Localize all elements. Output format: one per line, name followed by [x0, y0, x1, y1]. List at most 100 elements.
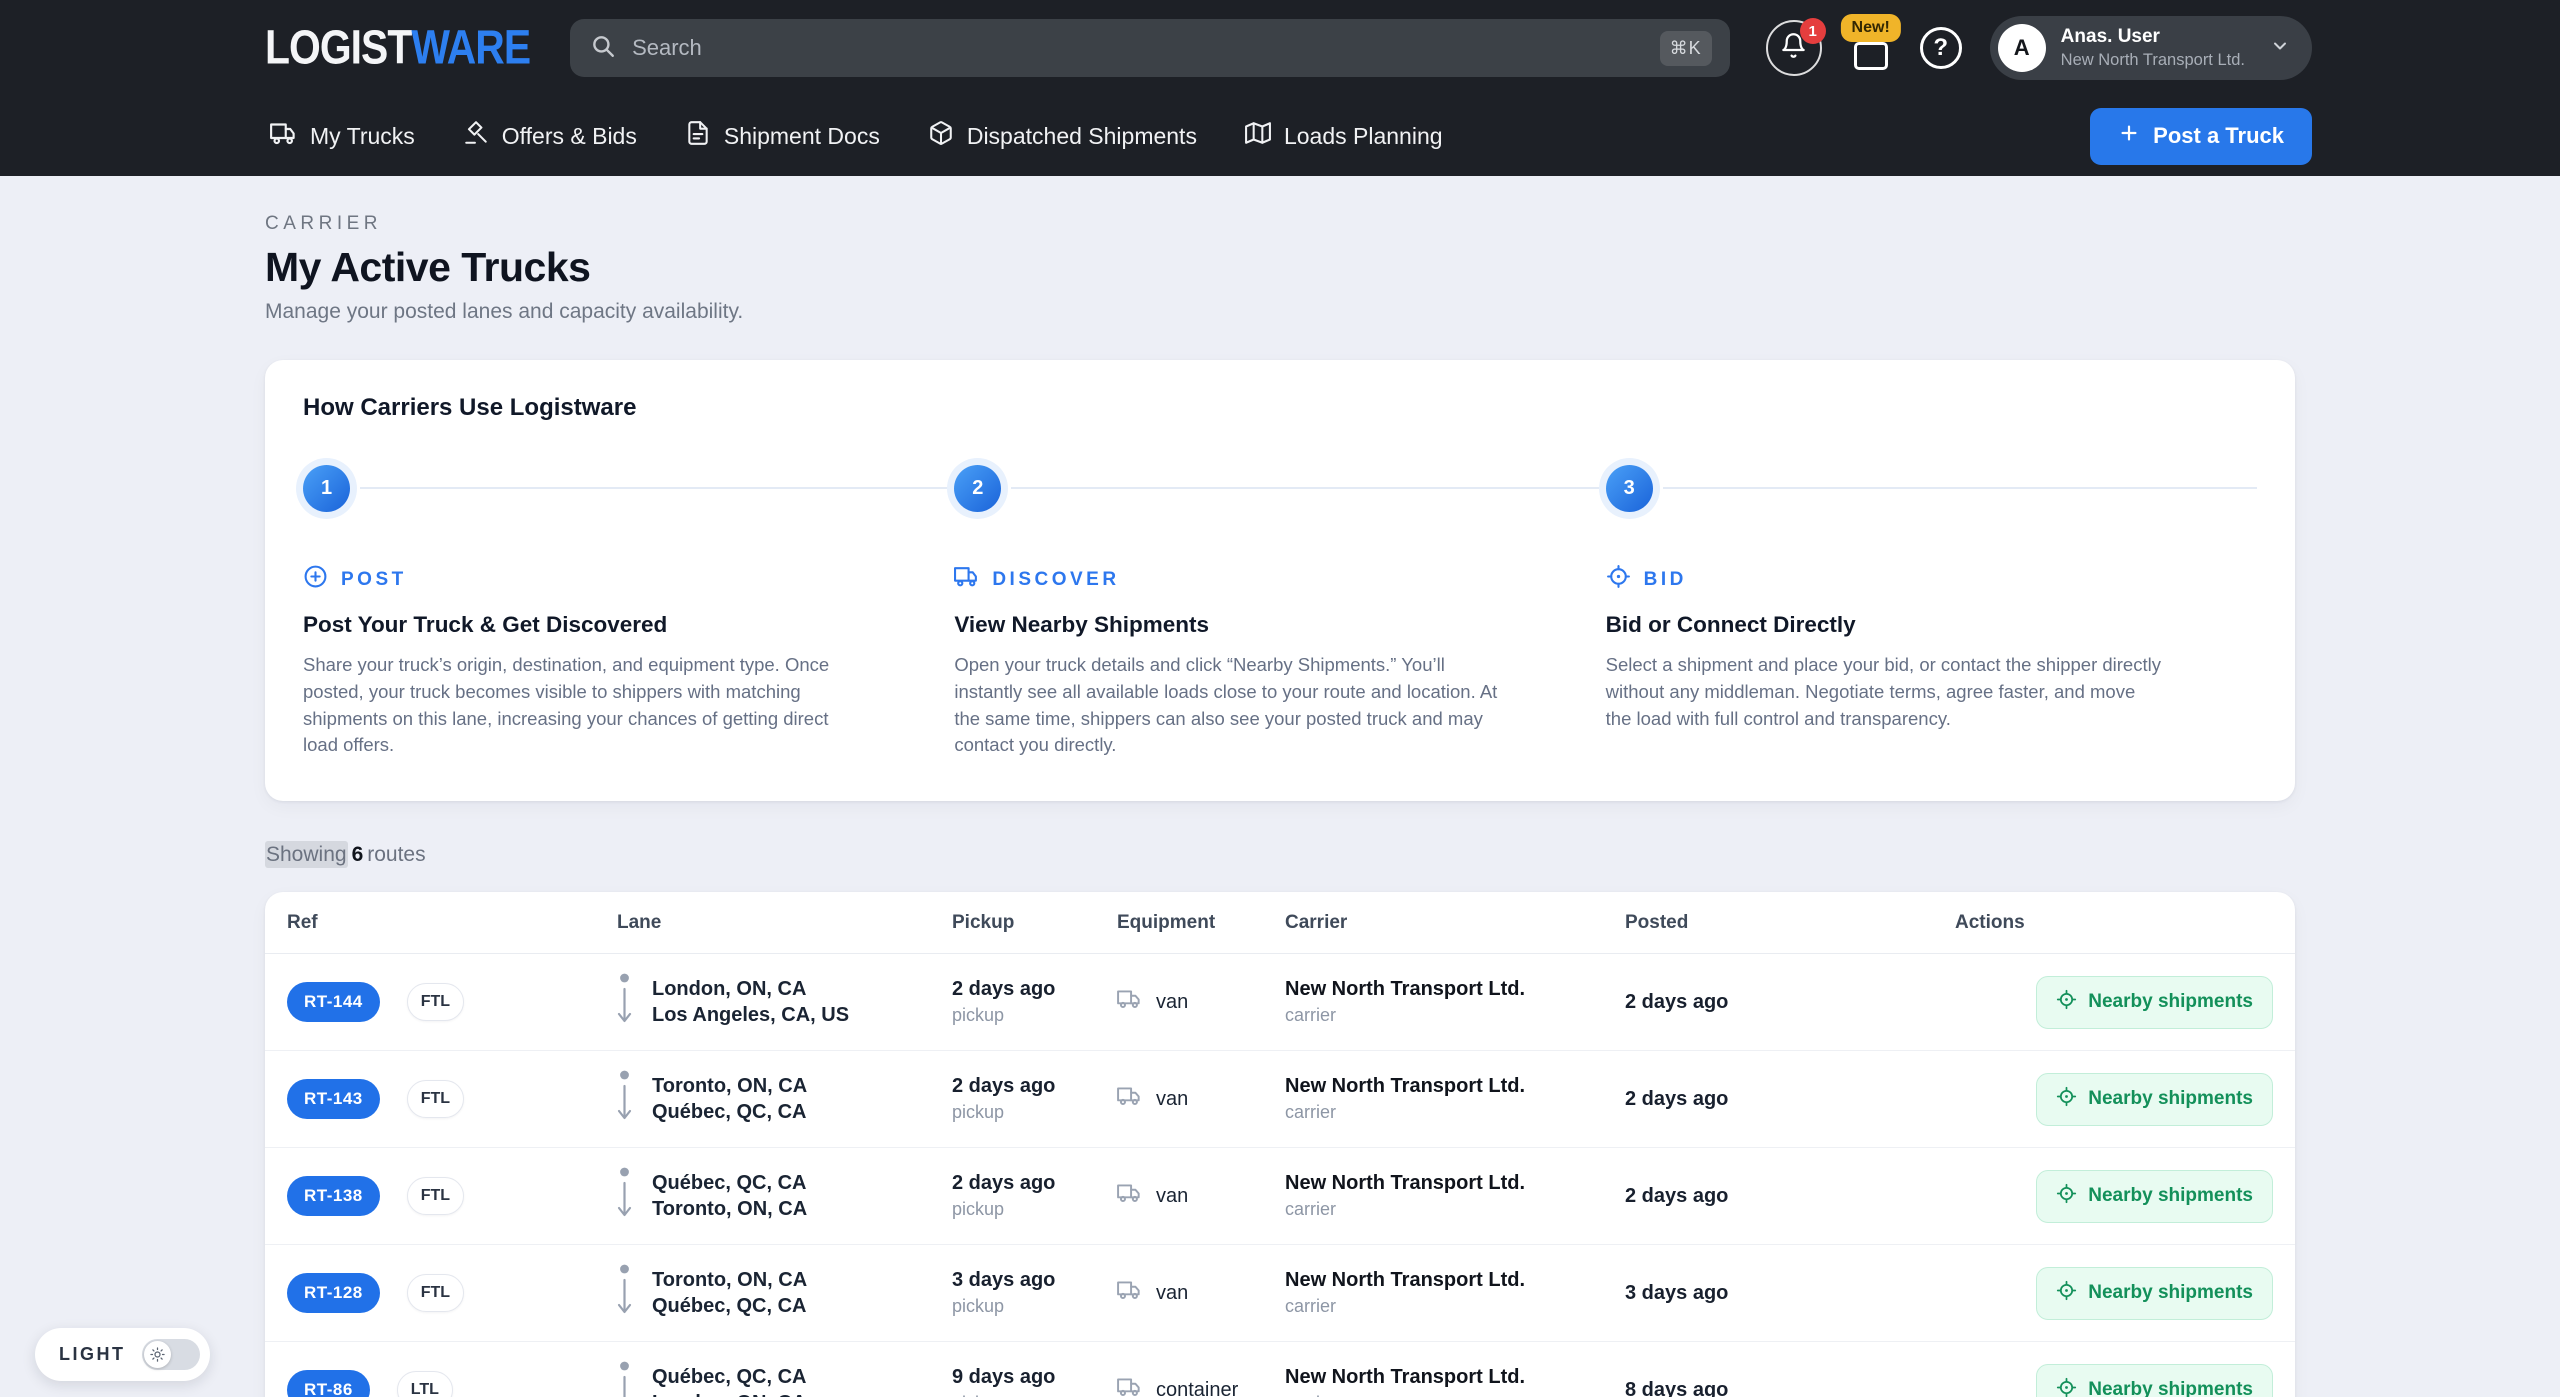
ref-badge[interactable]: RT-138 — [287, 1176, 380, 1216]
help-button[interactable]: ? — [1920, 27, 1962, 69]
new-badge: New! — [1841, 14, 1901, 42]
column-header-pickup: Pickup — [952, 912, 1117, 934]
whats-new-button[interactable]: New! — [1848, 20, 1894, 76]
package-icon — [928, 120, 954, 152]
table-row[interactable]: RT-144 FTL London, ON, CA Los Angeles, C… — [265, 954, 2295, 1051]
notifications-button[interactable]: 1 — [1766, 20, 1822, 76]
carrier-name: New North Transport Ltd. — [1285, 1172, 1625, 1195]
main-nav: My Trucks Offers & Bids Shipment Docs Di… — [0, 96, 2560, 176]
screen: LOGISTWARE ⌘K 1 New! — [0, 0, 2560, 1397]
step-body: Select a shipment and place your bid, or… — [1606, 652, 2257, 732]
posted-cell: 8 days ago — [1625, 1379, 1955, 1397]
column-header-actions: Actions — [1955, 912, 2273, 934]
truck-icon — [1117, 1180, 1143, 1212]
ref-badge[interactable]: RT-143 — [287, 1079, 380, 1119]
search-bar[interactable]: ⌘K — [570, 19, 1730, 77]
nearby-shipments-button[interactable]: Nearby shipments — [2036, 1170, 2273, 1223]
howto-card: How Carriers Use Logistware 1 POST Post … — [265, 360, 2295, 801]
target-icon — [1606, 564, 1631, 595]
pickup-time: 2 days ago — [952, 1075, 1117, 1098]
nav-item-dispatched-shipments[interactable]: Dispatched Shipments — [915, 110, 1210, 162]
load-type-badge: FTL — [407, 983, 464, 1021]
crosshair-icon — [2056, 1377, 2077, 1397]
equipment-cell: van — [1117, 1180, 1285, 1212]
nav-item-my-trucks[interactable]: My Trucks — [257, 110, 428, 163]
howto-title: How Carriers Use Logistware — [303, 394, 2257, 422]
theme-switch[interactable] — [142, 1339, 200, 1370]
ref-cell: RT-143 FTL — [287, 1079, 617, 1119]
nearby-shipments-label: Nearby shipments — [2088, 1088, 2253, 1110]
origin-city: Québec, QC, CA — [652, 1170, 807, 1196]
step-tag: BID — [1606, 564, 2257, 595]
posted-cell: 2 days ago — [1625, 991, 1955, 1014]
user-meta: Anas. User New North Transport Ltd. — [2061, 26, 2245, 71]
nav-label: Offers & Bids — [502, 123, 637, 150]
breadcrumb-eyebrow: CARRIER — [265, 213, 2295, 235]
nearby-shipments-button[interactable]: Nearby shipments — [2036, 976, 2273, 1029]
results-summary: Showing6routes — [265, 843, 2295, 867]
truck-icon — [1117, 1277, 1143, 1309]
step-connector — [1011, 487, 1605, 489]
theme-toggle[interactable]: LIGHT — [35, 1328, 210, 1381]
nearby-shipments-button[interactable]: Nearby shipments — [2036, 1073, 2273, 1126]
pickup-caption: pickup — [952, 1296, 1117, 1317]
nearby-shipments-label: Nearby shipments — [2088, 1185, 2253, 1207]
step-tag: DISCOVER — [954, 564, 1605, 595]
route-arrow-icon — [617, 1068, 632, 1131]
pickup-cell: 9 days ago pickup — [952, 1366, 1117, 1397]
actions-cell: Nearby shipments — [1955, 1170, 2273, 1223]
step-track: 1 — [303, 458, 954, 518]
ref-badge[interactable]: RT-128 — [287, 1273, 380, 1313]
ref-cell: RT-128 FTL — [287, 1273, 617, 1313]
equipment-cell: van — [1117, 1277, 1285, 1309]
post-truck-button[interactable]: Post a Truck — [2090, 108, 2312, 165]
actions-cell: Nearby shipments — [1955, 1073, 2273, 1126]
header-top: LOGISTWARE ⌘K 1 New! — [0, 0, 2560, 96]
lane-cities: Québec, QC, CA London, ON, CA — [652, 1364, 806, 1397]
user-menu[interactable]: A Anas. User New North Transport Ltd. — [1990, 16, 2312, 80]
carrier-name: New North Transport Ltd. — [1285, 978, 1625, 1001]
step-heading: Bid or Connect Directly — [1606, 612, 2257, 638]
step-heading: View Nearby Shipments — [954, 612, 1605, 638]
pickup-caption: pickup — [952, 1005, 1117, 1026]
chevron-down-icon — [2270, 36, 2290, 61]
carrier-cell: New North Transport Ltd. carrier — [1285, 978, 1625, 1026]
column-header-ref: Ref — [287, 912, 617, 934]
load-type-badge: FTL — [407, 1274, 464, 1312]
howto-steps: 1 POST Post Your Truck & Get Discovered … — [303, 458, 2257, 759]
logo-text-primary: LOGIST — [265, 21, 411, 75]
search-shortcut-badge: ⌘K — [1660, 31, 1712, 66]
user-company: New North Transport Ltd. — [2061, 51, 2245, 71]
post-truck-label: Post a Truck — [2153, 123, 2284, 149]
carrier-cell: New North Transport Ltd. carrier — [1285, 1172, 1625, 1220]
nearby-shipments-label: Nearby shipments — [2088, 991, 2253, 1013]
pickup-cell: 3 days ago pickup — [952, 1269, 1117, 1317]
load-type-badge: LTL — [397, 1371, 453, 1397]
ref-badge[interactable]: RT-86 — [287, 1370, 370, 1397]
table-row[interactable]: RT-143 FTL Toronto, ON, CA Québec, QC, C… — [265, 1051, 2295, 1148]
app-logo[interactable]: LOGISTWARE — [265, 21, 530, 76]
destination-city: Québec, QC, CA — [652, 1293, 807, 1319]
step-number-badge: 3 — [1606, 465, 1653, 512]
table-row[interactable]: RT-138 FTL Québec, QC, CA Toronto, ON, C… — [265, 1148, 2295, 1245]
step-tag-label: BID — [1644, 569, 1687, 591]
table-body: RT-144 FTL London, ON, CA Los Angeles, C… — [265, 954, 2295, 1397]
nav-item-offers-bids[interactable]: Offers & Bids — [450, 110, 650, 162]
table-row[interactable]: RT-128 FTL Toronto, ON, CA Québec, QC, C… — [265, 1245, 2295, 1342]
crosshair-icon — [2056, 1086, 2077, 1113]
nav-item-shipment-docs[interactable]: Shipment Docs — [672, 110, 893, 162]
truck-icon — [1117, 986, 1143, 1018]
nearby-shipments-label: Nearby shipments — [2088, 1282, 2253, 1304]
carrier-cell: New North Transport Ltd. carrier — [1285, 1269, 1625, 1317]
header-icon-group: 1 New! ? — [1766, 20, 1962, 76]
carrier-caption: carrier — [1285, 1102, 1625, 1123]
truck-icon — [270, 120, 297, 153]
equipment-type: van — [1156, 1088, 1188, 1111]
table-row[interactable]: RT-86 LTL Québec, QC, CA London, ON, CA … — [265, 1342, 2295, 1397]
carrier-caption: carrier — [1285, 1005, 1625, 1026]
nearby-shipments-button[interactable]: Nearby shipments — [2036, 1364, 2273, 1397]
nearby-shipments-button[interactable]: Nearby shipments — [2036, 1267, 2273, 1320]
ref-badge[interactable]: RT-144 — [287, 982, 380, 1022]
nav-item-loads-planning[interactable]: Loads Planning — [1232, 110, 1456, 162]
search-input[interactable] — [632, 35, 1660, 61]
